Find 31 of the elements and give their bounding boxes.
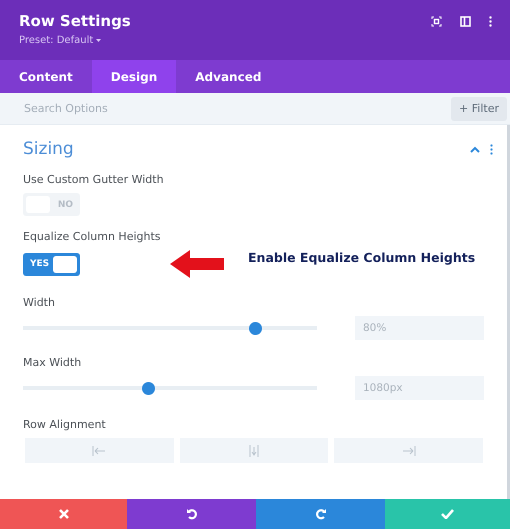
caret-icon[interactable] (96, 38, 102, 42)
field-label: Width (23, 296, 56, 309)
check-icon (441, 509, 454, 519)
tab[interactable]: Design (92, 60, 176, 93)
undo-icon (186, 508, 198, 520)
section-title: Sizing (23, 139, 74, 159)
slider-thumb[interactable] (249, 322, 262, 334)
more-icon[interactable] (489, 16, 492, 27)
align-left-icon (92, 446, 106, 456)
field-label: Row Alignment (23, 418, 107, 431)
tab[interactable]: Advanced (176, 60, 280, 93)
columns-icon[interactable] (460, 16, 471, 27)
toggle-switch[interactable]: YES (23, 252, 80, 276)
redo-icon (314, 508, 326, 520)
search-field[interactable]: Search Options (22, 101, 222, 116)
annotation-text: Enable Equalize Column Heights (248, 250, 476, 264)
panel-title: Row Settings (19, 12, 131, 30)
close-icon (58, 509, 68, 519)
field-label: Use Custom Gutter Width (23, 173, 165, 186)
arrow-icon (170, 250, 224, 278)
preset-dropdown[interactable]: Preset: Default (19, 35, 131, 46)
more-icon[interactable] (490, 144, 493, 154)
align-right-icon (402, 446, 416, 456)
field-label: Max Width (23, 356, 82, 369)
field-label: Equalize Column Heights (23, 230, 162, 243)
chevron-up-icon[interactable] (470, 146, 480, 152)
tab[interactable]: Content (0, 60, 92, 93)
align-center-icon (248, 444, 259, 456)
filter-button[interactable]: + Filter (451, 96, 507, 120)
expand-icon[interactable] (431, 16, 442, 27)
slider-thumb[interactable] (142, 382, 155, 394)
